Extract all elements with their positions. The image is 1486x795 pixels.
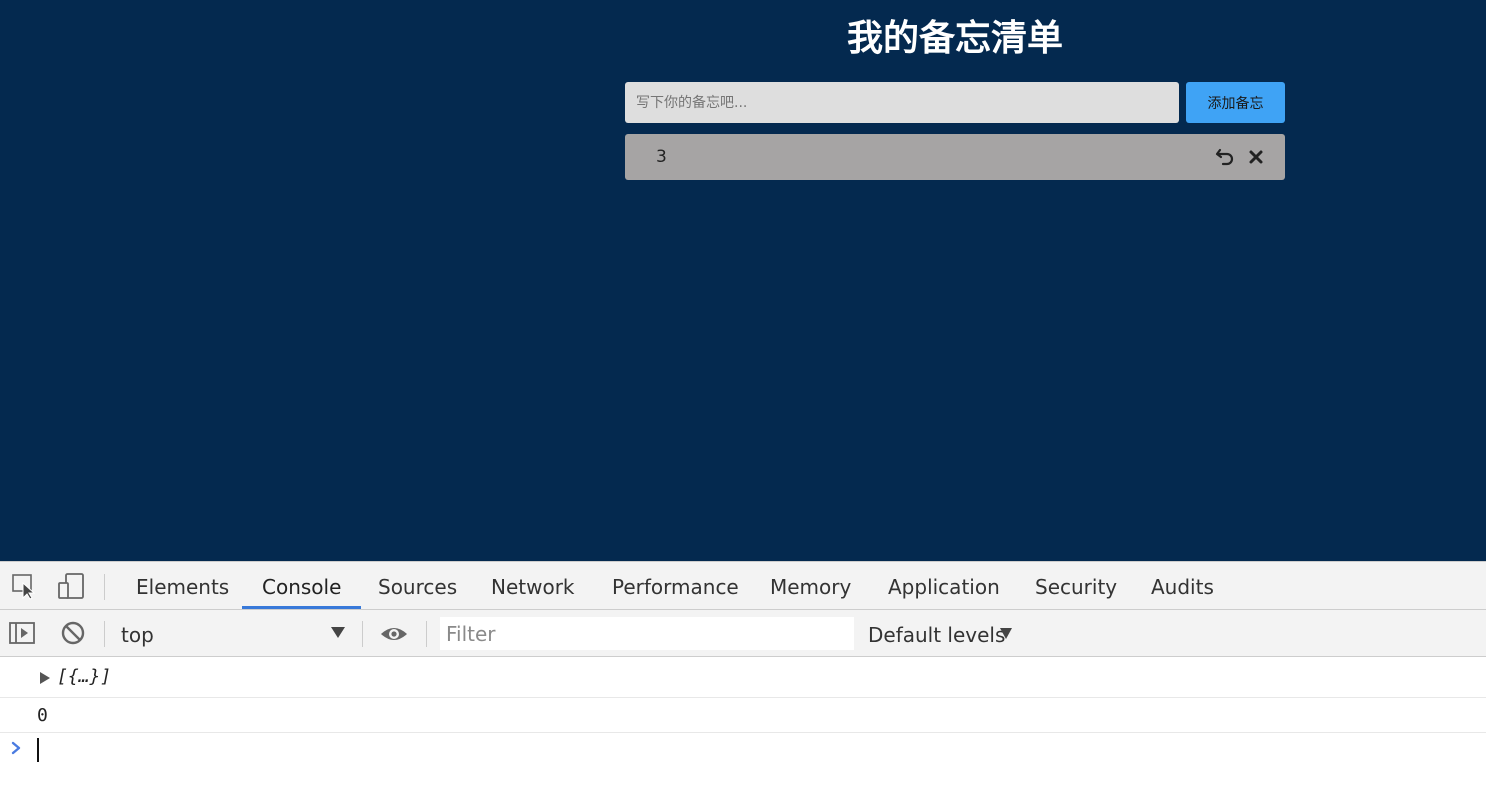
clear-console-icon[interactable] — [58, 618, 88, 648]
sidebar-toggle-icon[interactable] — [7, 618, 37, 648]
toolbar-divider — [104, 621, 105, 647]
memo-item: 3 — [625, 134, 1285, 180]
tab-network[interactable]: Network — [491, 562, 575, 609]
console-output: [{…}] 0 — [0, 658, 1486, 795]
toolbar-divider — [104, 574, 105, 600]
toolbar-divider — [362, 621, 363, 647]
filter-input[interactable] — [440, 617, 854, 650]
text-cursor — [37, 738, 39, 762]
memo-item-text: 3 — [656, 147, 667, 167]
tab-sources[interactable]: Sources — [378, 562, 457, 609]
prompt-chevron-icon — [10, 740, 24, 756]
live-expression-eye-icon[interactable] — [379, 619, 409, 649]
number-output: 0 — [37, 705, 48, 726]
tab-audits[interactable]: Audits — [1151, 562, 1214, 609]
devtools-tabbar: Elements Console Sources Network Perform… — [0, 562, 1486, 610]
toolbar-divider — [426, 621, 427, 647]
memo-input[interactable] — [625, 82, 1179, 123]
tab-security[interactable]: Security — [1035, 562, 1117, 609]
console-message: [{…}] — [0, 658, 1486, 698]
tab-performance[interactable]: Performance — [612, 562, 739, 609]
device-toolbar-icon[interactable] — [56, 571, 86, 601]
console-toolbar: top Default levels — [0, 610, 1486, 657]
tab-elements[interactable]: Elements — [136, 562, 229, 609]
undo-icon[interactable] — [1215, 146, 1237, 168]
chevron-down-icon[interactable] — [331, 627, 345, 638]
inspect-element-icon[interactable] — [9, 571, 39, 601]
context-selector[interactable]: top — [121, 610, 351, 657]
expand-triangle-icon[interactable] — [40, 672, 50, 684]
page-title: 我的备忘清单 — [846, 18, 1063, 59]
tab-console[interactable]: Console — [242, 562, 362, 609]
tab-memory[interactable]: Memory — [770, 562, 851, 609]
log-levels-dropdown[interactable]: Default levels — [868, 610, 1005, 657]
close-icon[interactable] — [1245, 146, 1267, 168]
console-prompt-input[interactable] — [40, 736, 1440, 764]
app-viewport: 我的备忘清单 添加备忘 3 — [0, 0, 1486, 561]
chevron-down-icon[interactable] — [1000, 628, 1012, 639]
console-message: 0 — [0, 698, 1486, 733]
tab-application[interactable]: Application — [888, 562, 1000, 609]
add-memo-button[interactable]: 添加备忘 — [1186, 82, 1285, 123]
devtools-panel: Elements Console Sources Network Perform… — [0, 561, 1486, 795]
object-preview[interactable]: [{…}] — [57, 666, 111, 687]
